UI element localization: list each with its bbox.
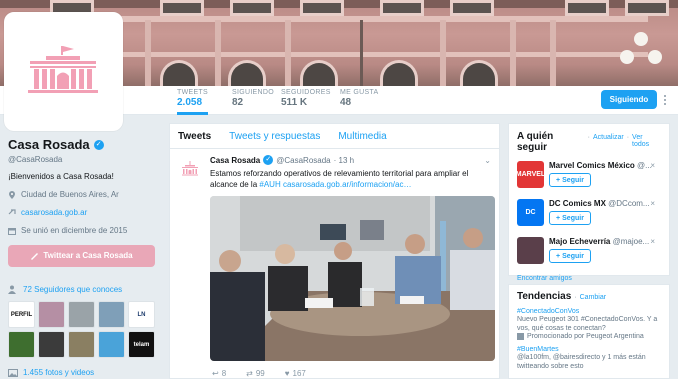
close-icon[interactable]: × <box>650 161 655 170</box>
like-button[interactable]: ♥ 167 <box>285 369 306 378</box>
known-follower-avatar[interactable] <box>8 331 35 358</box>
follow-suggestion-button[interactable]: + Seguir <box>549 173 591 187</box>
add-user-icon: + <box>556 176 561 184</box>
website: casarosada.gob.ar <box>8 208 163 217</box>
follow-suggestion-button[interactable]: + Seguir <box>549 211 591 225</box>
change-trends-link[interactable]: Cambiar <box>580 294 606 301</box>
known-followers-grid: PERFIL LN telam <box>8 301 163 358</box>
promoted-icon <box>517 333 524 340</box>
website-link[interactable]: casarosada.gob.ar <box>21 208 87 217</box>
promoted-label: Promocionado por Peugeot Argentina <box>517 333 661 340</box>
profile-name: Casa Rosada <box>8 137 90 152</box>
tab-tweets-replies[interactable]: Tweets y respuestas <box>229 131 320 142</box>
suggestion-name[interactable]: DC Comics MX @DCcom... <box>549 199 650 208</box>
find-friends-link[interactable]: Encontrar amigos <box>517 275 661 282</box>
suggestion-avatar[interactable]: MARVEL <box>516 161 545 188</box>
people-icon <box>8 285 16 294</box>
suggestion-name[interactable]: Majo Echeverría @majoe... <box>549 237 649 246</box>
known-follower-avatar[interactable]: telam <box>128 331 155 358</box>
known-follower-avatar[interactable]: PERFIL <box>8 301 35 328</box>
profile-handle: @CasaRosada <box>8 155 63 164</box>
verified-icon: ✓ <box>93 139 104 150</box>
close-icon[interactable]: × <box>650 237 655 246</box>
tweet-author-handle[interactable]: @CasaRosada <box>276 156 330 165</box>
meeting-photo-illustration <box>210 196 495 361</box>
retweet-button[interactable]: ⇄ 99 <box>246 369 265 378</box>
known-follower-avatar[interactable] <box>38 301 65 328</box>
timeline-tabs: Tweets Tweets y respuestas Multimedia <box>170 124 499 149</box>
suggestion-item[interactable]: DC DC Comics MX @DCcom... + Seguir × <box>517 199 661 229</box>
retweet-icon: ⇄ <box>246 369 253 378</box>
tweet-actions: ↩ 8 ⇄ 99 ♥ 167 <box>210 369 491 378</box>
tab-tweets[interactable]: Tweets <box>178 131 211 142</box>
trend-tag[interactable]: #ConectadoConVos <box>517 308 661 315</box>
reply-icon: ↩ <box>212 369 219 378</box>
known-followers-link[interactable]: 72 Seguidores que conoces <box>8 285 163 294</box>
photo-icon <box>8 368 18 377</box>
tweet-text: Estamos reforzando operativos de relevam… <box>210 169 469 189</box>
stat-likes[interactable]: ME GUSTA 48 <box>340 89 378 108</box>
chevron-down-icon[interactable]: ⌄ <box>484 156 491 165</box>
trends-title: Tendencias <box>517 291 572 302</box>
link-icon <box>8 208 16 214</box>
close-icon[interactable]: × <box>650 199 655 208</box>
heart-icon: ♥ <box>284 369 290 378</box>
known-follower-avatar[interactable] <box>98 301 125 328</box>
verified-icon: ✓ <box>263 155 274 165</box>
known-follower-avatar[interactable]: LN <box>128 301 155 328</box>
trends: Tendencias · Cambiar #ConectadoConVos Nu… <box>508 284 670 379</box>
reply-button[interactable]: ↩ 8 <box>212 369 226 378</box>
who-to-follow: A quién seguir · Actualizar · Ver todos … <box>508 123 670 282</box>
suggestion-list: MARVEL Marvel Comics México @... + Seguir × D… <box>516 161 661 267</box>
tweet-to-button[interactable]: Twittear a Casa Rosada <box>8 245 155 267</box>
following-button[interactable]: Siguiendo <box>601 90 657 109</box>
more-options-icon[interactable] <box>661 95 669 105</box>
tweet[interactable]: Casa Rosada ✓ @CasaRosada · 13 h ⌄ Estam… <box>170 149 499 378</box>
who-to-follow-title: A quién seguir <box>517 131 554 153</box>
known-follower-avatar[interactable] <box>68 331 95 358</box>
stat-following[interactable]: SIGUIENDO 82 <box>232 89 274 108</box>
timeline: Tweets Tweets y respuestas Multimedia Ca… <box>169 123 500 379</box>
tab-media[interactable]: Multimedia <box>338 131 386 142</box>
tweet-photo[interactable] <box>210 196 495 361</box>
photos-videos-link[interactable]: 1.455 fotos y videos <box>8 368 163 377</box>
calendar-icon <box>8 227 16 235</box>
known-follower-avatar[interactable] <box>68 301 95 328</box>
trend-description: @la100fm, @bairesdirecto y 1 más están t… <box>517 354 646 370</box>
known-follower-avatar[interactable] <box>38 331 65 358</box>
profile-bio: ¡Bienvenidos a Casa Rosada! <box>8 172 114 181</box>
follow-suggestion-button[interactable]: + Seguir <box>549 249 591 263</box>
refresh-link[interactable]: Actualizar <box>593 134 624 141</box>
stat-followers[interactable]: SEGUIDORES 511 K <box>281 89 331 108</box>
suggestion-avatar[interactable] <box>517 237 544 264</box>
tweet-author-name[interactable]: Casa Rosada <box>210 156 260 165</box>
suggestion-name[interactable]: Marvel Comics México @... <box>549 161 652 170</box>
join-date: Se unió en diciembre de 2015 <box>8 226 163 235</box>
profile-sidebar: Casa Rosada ✓ @CasaRosada ¡Bienvenidos a… <box>8 137 163 377</box>
add-user-icon: + <box>556 214 561 222</box>
trend-tag[interactable]: #BuenMartes <box>517 346 661 353</box>
known-follower-avatar[interactable] <box>98 331 125 358</box>
tweet-timestamp[interactable]: · 13 h <box>334 156 354 165</box>
stat-tweets[interactable]: TWEETS 2.058 <box>177 89 208 115</box>
tweet-avatar[interactable] <box>178 157 202 181</box>
location: Ciudad de Buenos Aires, Ar <box>8 190 163 199</box>
view-all-link[interactable]: Ver todos <box>632 134 661 148</box>
profile-avatar[interactable] <box>4 12 123 131</box>
quill-icon <box>31 253 39 260</box>
trend-description: Nuevo Peugeot 301 #ConectadoConVos. Y a … <box>517 316 658 332</box>
location-pin-icon <box>9 190 15 199</box>
suggestion-item[interactable]: MARVEL Marvel Comics México @... + Seguir × <box>516 161 661 191</box>
add-user-icon: + <box>556 252 561 260</box>
suggestion-item[interactable]: Majo Echeverría @majoe... + Seguir × <box>517 237 661 267</box>
casa-rosada-logo <box>28 46 98 93</box>
tweet-link[interactable]: #AUH casarosada.gob.ar/informacion/ac… <box>259 180 411 189</box>
suggestion-avatar[interactable]: DC <box>517 199 544 226</box>
